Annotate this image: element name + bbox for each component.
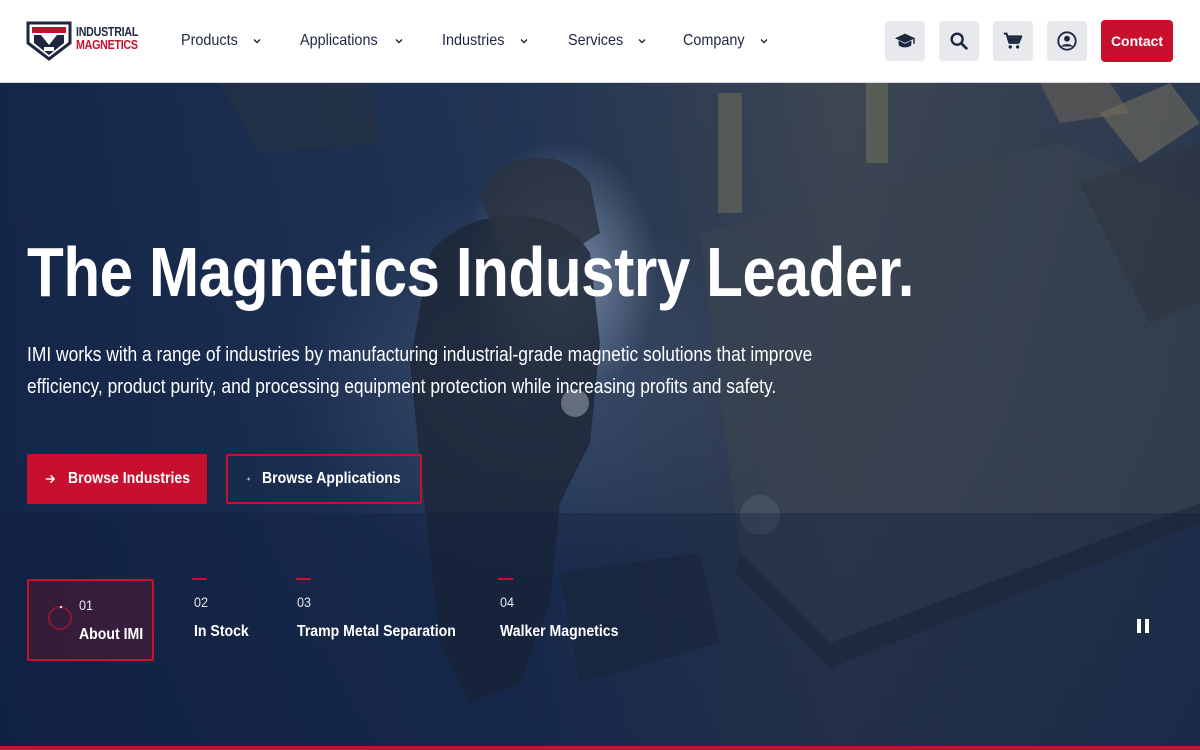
nav-applications[interactable]: Applications	[300, 0, 404, 82]
logo-text: INDUSTRIAL MAGNETICS	[76, 25, 152, 51]
pause-icon	[1145, 619, 1149, 633]
slide-indicator	[192, 578, 207, 580]
slide-tab-in-stock[interactable]: 02 In Stock	[192, 588, 272, 643]
button-label: Browse Industries	[68, 470, 191, 487]
slide-number: 04	[500, 594, 515, 610]
hero-title: The Magnetics Industry Leader.	[27, 233, 914, 311]
search-icon	[950, 32, 968, 50]
accent-divider	[0, 746, 1200, 750]
nav-label: Company	[683, 32, 745, 49]
chevron-down-icon	[520, 39, 528, 44]
chevron-down-icon	[253, 39, 261, 44]
search-button[interactable]	[939, 21, 979, 61]
browse-industries-button[interactable]: Browse Industries	[27, 454, 207, 504]
pause-icon	[1137, 619, 1141, 633]
slide-progress-ring-icon	[48, 606, 72, 630]
logo[interactable]: INDUSTRIAL MAGNETICS	[26, 19, 146, 61]
logo-badge-icon	[26, 21, 72, 61]
hero-background-image	[0, 83, 1200, 746]
slide-tab-about-imi[interactable]: 01 About IMI	[27, 579, 154, 661]
nav-label: Industries	[442, 32, 505, 49]
graduation-cap-icon	[894, 33, 916, 48]
contact-button[interactable]: Contact	[1101, 20, 1173, 62]
nav-label: Services	[568, 32, 624, 49]
nav-industries[interactable]: Industries	[442, 0, 529, 82]
hero-description: IMI works with a range of industries by …	[27, 344, 813, 398]
learning-button[interactable]	[885, 21, 925, 61]
nav-services[interactable]: Services	[568, 0, 647, 82]
slide-number: 01	[79, 597, 94, 613]
pause-button[interactable]	[1137, 619, 1153, 635]
cart-button[interactable]	[993, 21, 1033, 61]
cart-icon	[1003, 32, 1023, 49]
slide-number: 03	[297, 594, 312, 610]
chevron-down-icon	[395, 39, 403, 44]
logo-line2: MAGNETICS	[76, 37, 138, 52]
account-button[interactable]	[1047, 21, 1087, 61]
slide-number: 02	[194, 594, 209, 610]
slide-tab-tramp-metal-separation[interactable]: 03 Tramp Metal Separation	[296, 588, 466, 643]
nav-products[interactable]: Products	[181, 0, 262, 82]
nav-label: Products	[181, 32, 238, 49]
account-icon	[1057, 31, 1077, 51]
chevron-down-icon	[760, 39, 768, 44]
nav-company[interactable]: Company	[683, 0, 769, 82]
browse-applications-button[interactable]: Browse Applications	[226, 454, 422, 504]
arrow-right-icon	[246, 477, 250, 481]
chevron-down-icon	[638, 39, 646, 44]
nav-label: Applications	[300, 32, 378, 49]
slide-label: Walker Magnetics	[500, 623, 619, 640]
slide-indicator	[498, 578, 513, 580]
button-label: Browse Applications	[262, 470, 402, 487]
arrow-right-icon	[45, 475, 55, 483]
slide-label: About IMI	[79, 626, 144, 643]
slide-label: In Stock	[194, 623, 249, 640]
slide-label: Tramp Metal Separation	[297, 623, 456, 640]
hero-section: The Magnetics Industry Leader. IMI works…	[0, 83, 1200, 746]
site-header: INDUSTRIAL MAGNETICS Products Applicatio…	[0, 0, 1200, 83]
slide-indicator	[296, 578, 311, 580]
slide-tab-walker-magnetics[interactable]: 04 Walker Magnetics	[498, 588, 638, 643]
